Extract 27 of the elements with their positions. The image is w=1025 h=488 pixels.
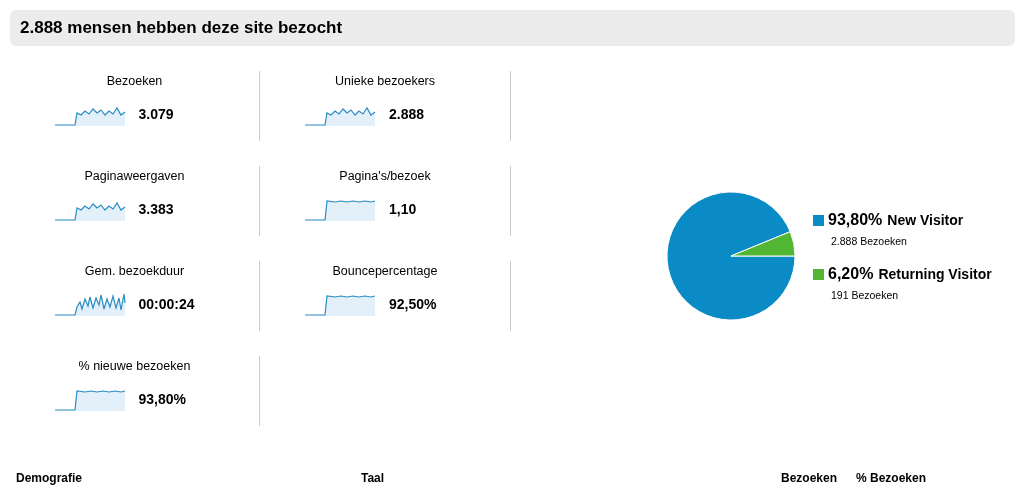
metric-value: 00:00:24 bbox=[138, 295, 195, 315]
metric-value: 2.888 bbox=[389, 105, 425, 125]
metric-label: Bouncepercentage bbox=[332, 263, 438, 280]
metric-value: 3.383 bbox=[138, 200, 174, 220]
legend-label: Returning Visitor bbox=[878, 264, 992, 284]
page-title: 2.888 mensen hebben deze site bezocht bbox=[20, 17, 343, 40]
column-header: Demografie bbox=[16, 472, 84, 484]
metric-label: Paginaweergaven bbox=[84, 168, 185, 185]
legend-visits: 2.888 Bezoeken bbox=[831, 234, 908, 250]
metric-value: 3.079 bbox=[138, 105, 174, 125]
column-header: Bezoeken bbox=[781, 472, 839, 484]
metric-value: 93,80% bbox=[138, 390, 186, 410]
column-header: % Bezoeken bbox=[856, 472, 927, 484]
legend-label: New Visitor bbox=[887, 210, 964, 230]
metric-label: Unieke bezoekers bbox=[334, 73, 436, 90]
metric-label: Bezoeken bbox=[106, 73, 163, 90]
metric-label: % nieuwe bezoeken bbox=[78, 358, 191, 375]
metric-value: 1,10 bbox=[389, 200, 417, 220]
metric-label: Gem. bezoekduur bbox=[84, 263, 185, 280]
legend-percent: 93,80% bbox=[828, 210, 883, 231]
legend-visits: 191 Bezoeken bbox=[831, 288, 900, 303]
legend-percent: 6,20% bbox=[828, 264, 874, 284]
sparkline-drawing bbox=[305, 197, 377, 222]
sparkline-drawing bbox=[305, 292, 377, 317]
metric-value: 92,50% bbox=[389, 295, 437, 315]
metric-label: Pagina's/bezoek bbox=[339, 168, 431, 185]
column-header: Taal bbox=[361, 472, 386, 484]
